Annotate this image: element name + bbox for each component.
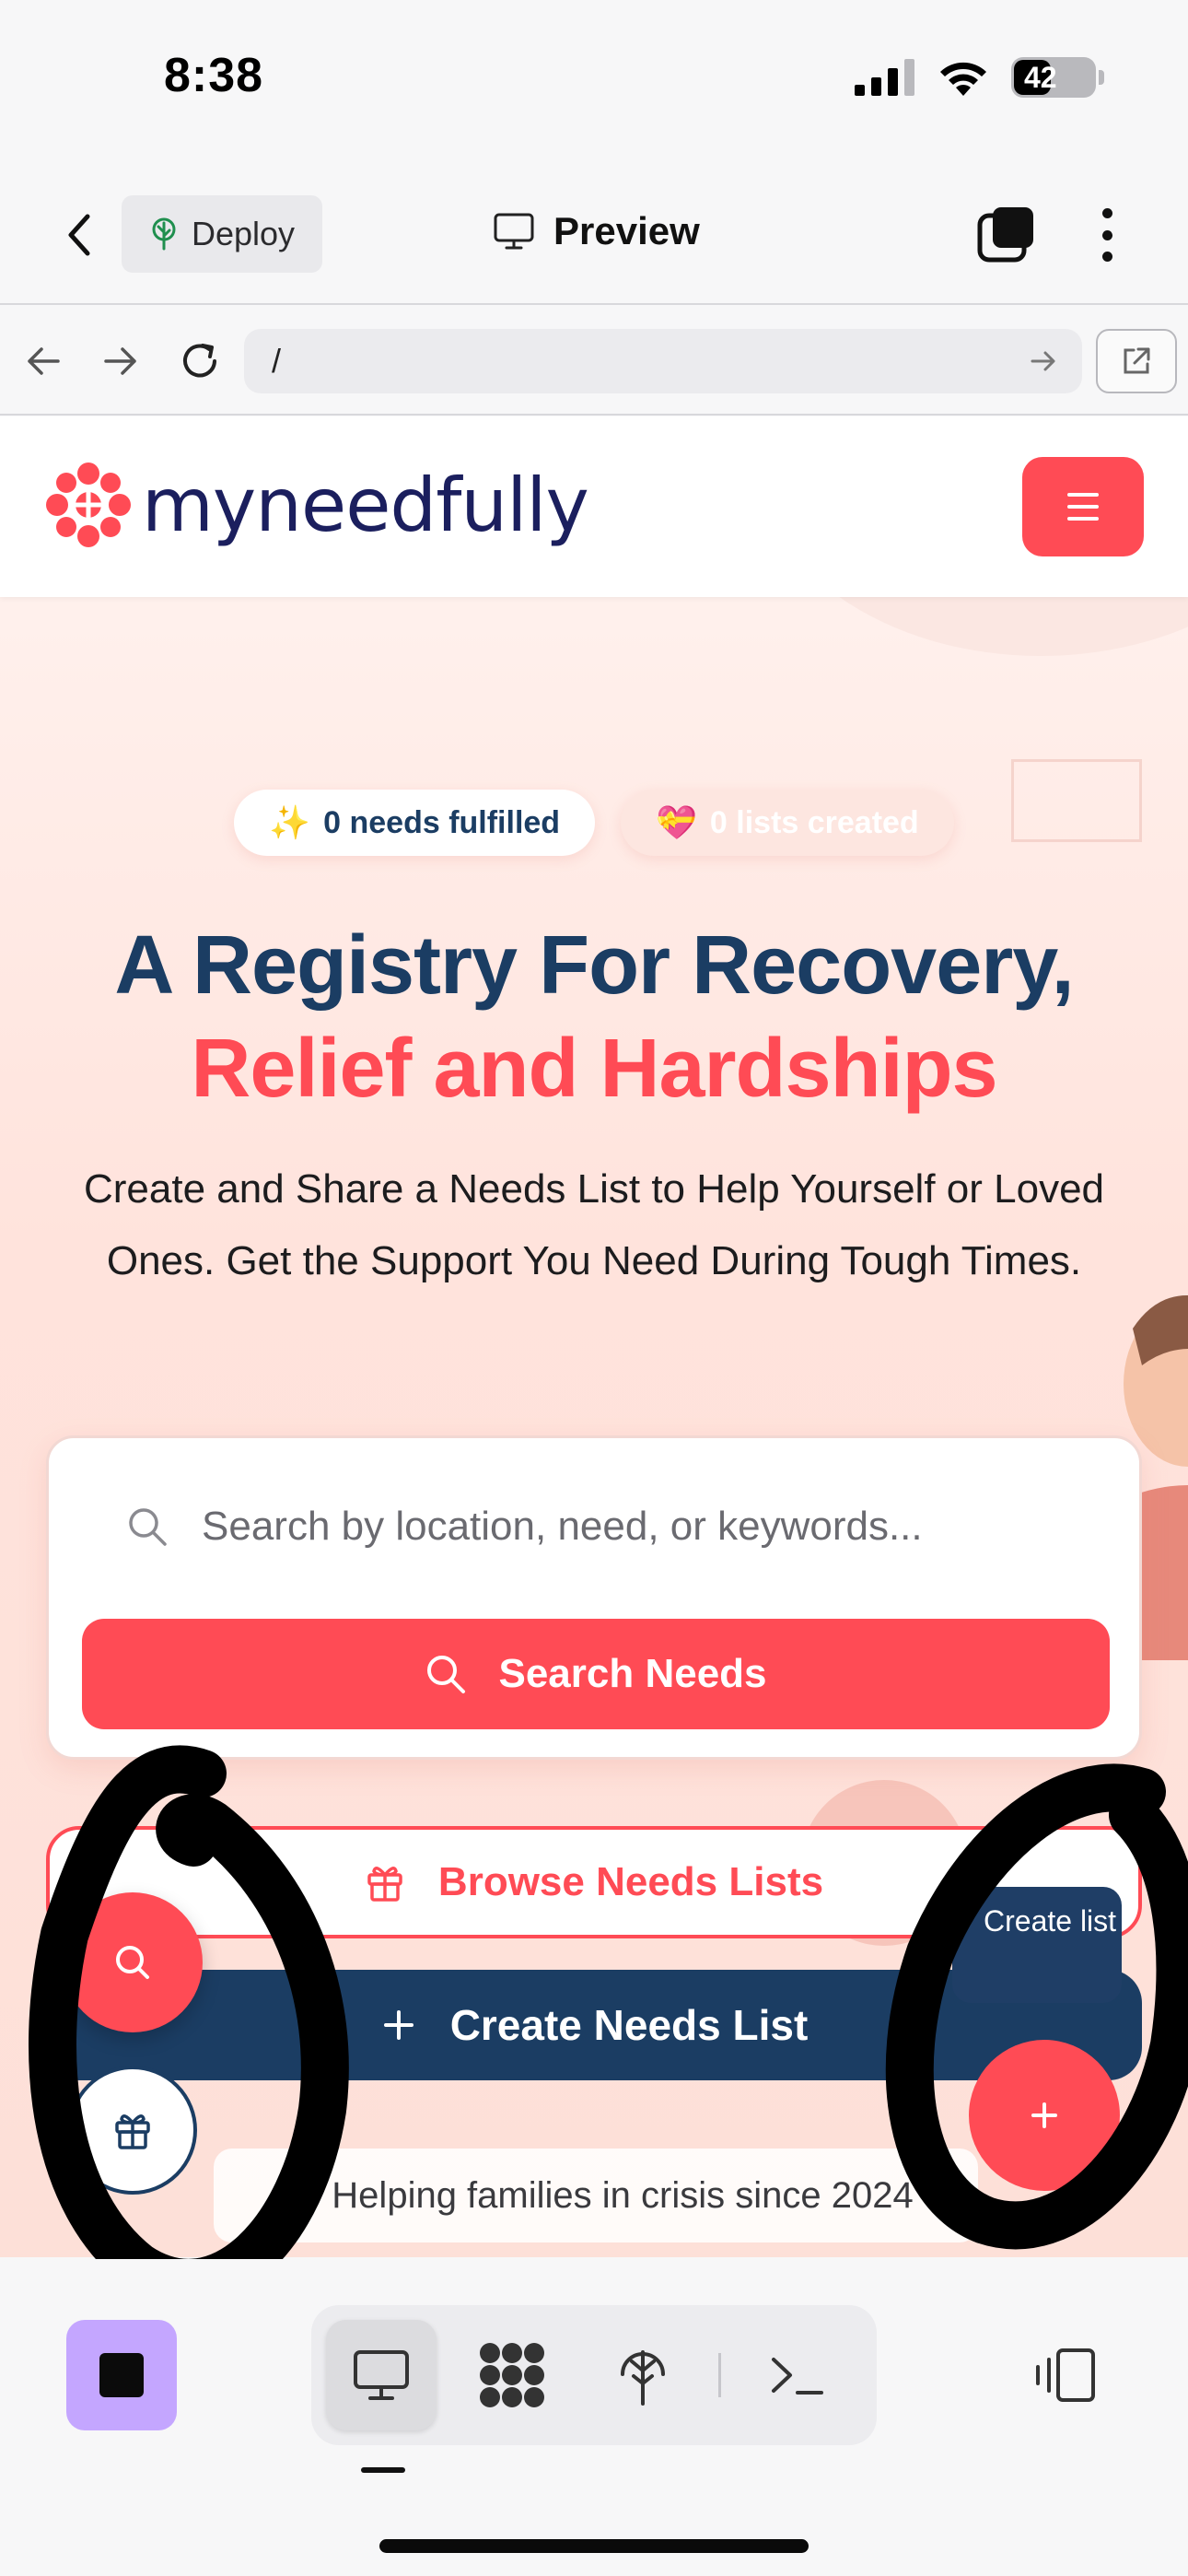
battery-indicator: 42 — [1011, 57, 1104, 98]
app-header: Deploy Preview — [0, 161, 1188, 305]
search-card: Search by location, need, or keywords...… — [46, 1435, 1142, 1760]
go-arrow-icon[interactable] — [1029, 346, 1058, 376]
bottom-toolbar — [0, 2259, 1188, 2576]
floating-gift-button[interactable] — [68, 2066, 197, 2195]
status-icons: 42 — [855, 57, 1104, 98]
tagline-text: Helping families in crisis since 2024 — [332, 2174, 914, 2216]
home-indicator — [379, 2539, 809, 2553]
gift-icon — [367, 1867, 402, 1902]
tagline: Helping families in crisis since 2024 — [214, 2149, 978, 2242]
sprout-icon — [152, 217, 176, 251]
heart-icon — [280, 2177, 320, 2213]
brand-name: myneedfully — [142, 462, 589, 548]
hero-title-line2: Relief and Hardships — [191, 1023, 997, 1115]
stats-row: ✨ 0 needs fulfilled 💝 0 lists created — [0, 790, 1188, 856]
url-text: / — [272, 342, 282, 380]
back-button[interactable] — [52, 207, 107, 263]
heart-gift-icon: 💝 — [656, 803, 697, 841]
hero-title: A Registry For Recovery, Relief and Hard… — [0, 914, 1188, 1120]
more-options-button[interactable] — [1087, 203, 1127, 267]
search-input[interactable]: Search by location, need, or keywords... — [76, 1462, 1115, 1591]
floating-create-button[interactable] — [969, 2040, 1120, 2191]
hero-subtitle: Create and Share a Needs List to Help Yo… — [83, 1166, 1105, 1283]
monitor-icon — [494, 213, 534, 250]
search-icon — [129, 1508, 167, 1546]
create-label: Create Needs List — [449, 2001, 809, 2049]
menu-icon — [1067, 493, 1099, 497]
open-external-button[interactable] — [1096, 329, 1177, 393]
shell-tool-button[interactable] — [741, 2320, 852, 2430]
preview-title: Preview — [493, 209, 700, 253]
deploy-tool-button[interactable] — [588, 2320, 698, 2430]
external-link-icon — [1124, 347, 1150, 374]
preview-tool-button[interactable] — [326, 2320, 437, 2430]
gift-icon — [115, 2114, 150, 2149]
clock: 8:38 — [164, 49, 264, 102]
floating-search-button[interactable] — [63, 1892, 203, 2032]
active-tab-indicator — [361, 2467, 405, 2473]
terminal-icon — [772, 2358, 823, 2395]
toolbar-divider — [718, 2353, 721, 2397]
url-bar: / — [0, 307, 1188, 416]
sparkles-icon: ✨ — [269, 803, 311, 841]
grid-icon — [480, 2343, 544, 2407]
plus-icon — [1031, 2102, 1057, 2128]
deploy-button[interactable]: Deploy — [122, 195, 323, 273]
deploy-icon — [621, 2350, 665, 2406]
search-placeholder: Search by location, need, or keywords... — [202, 1504, 923, 1549]
stat-label: 0 needs fulfilled — [323, 804, 561, 840]
logo-mark-icon — [46, 463, 131, 547]
arrow-right-icon — [104, 347, 136, 375]
website-viewport: myneedfully ✨ 0 needs fulfilled 💝 0 list… — [0, 416, 1188, 2257]
search-icon — [427, 1656, 466, 1693]
arrow-left-icon — [28, 347, 60, 375]
search-needs-button[interactable]: Search Needs — [82, 1619, 1110, 1729]
cellular-signal-icon — [855, 59, 914, 96]
tabs-button[interactable] — [976, 205, 1037, 265]
nav-forward-button[interactable] — [98, 338, 144, 384]
tabs-icon — [977, 207, 1033, 263]
status-bar: 8:38 42 — [0, 0, 1188, 161]
plus-icon — [383, 2010, 413, 2040]
back-icon — [68, 214, 90, 256]
search-icon — [116, 1946, 149, 1979]
site-header: myneedfully — [0, 416, 1188, 597]
reload-icon — [183, 344, 216, 378]
preview-label: Preview — [553, 209, 700, 252]
tool-group — [311, 2305, 877, 2445]
create-list-tooltip: Create list — [952, 1887, 1122, 2003]
workspace-tool-button[interactable] — [457, 2320, 567, 2430]
hero-title-line1: A Registry For Recovery, — [114, 919, 1074, 1012]
stat-lists-created: 💝 0 lists created — [621, 790, 954, 856]
battery-level: 42 — [1024, 60, 1057, 94]
deploy-label: Deploy — [192, 215, 296, 252]
menu-button[interactable] — [1022, 457, 1144, 556]
panel-toggle-button[interactable] — [1028, 2338, 1101, 2412]
wifi-icon — [940, 62, 986, 96]
stat-label: 0 lists created — [709, 804, 919, 840]
site-logo[interactable]: myneedfully — [42, 459, 589, 551]
reload-button[interactable] — [177, 338, 223, 384]
more-icon — [1101, 208, 1112, 218]
stop-button[interactable] — [66, 2320, 177, 2430]
stop-icon — [99, 2353, 144, 2397]
stat-needs-fulfilled: ✨ 0 needs fulfilled — [234, 790, 596, 856]
search-button-label: Search Needs — [498, 1651, 767, 1696]
browse-label: Browse Needs Lists — [437, 1859, 824, 1904]
url-input[interactable]: / — [244, 329, 1082, 393]
monitor-icon — [354, 2350, 409, 2400]
nav-back-button[interactable] — [20, 338, 66, 384]
panel-icon — [1036, 2348, 1095, 2402]
